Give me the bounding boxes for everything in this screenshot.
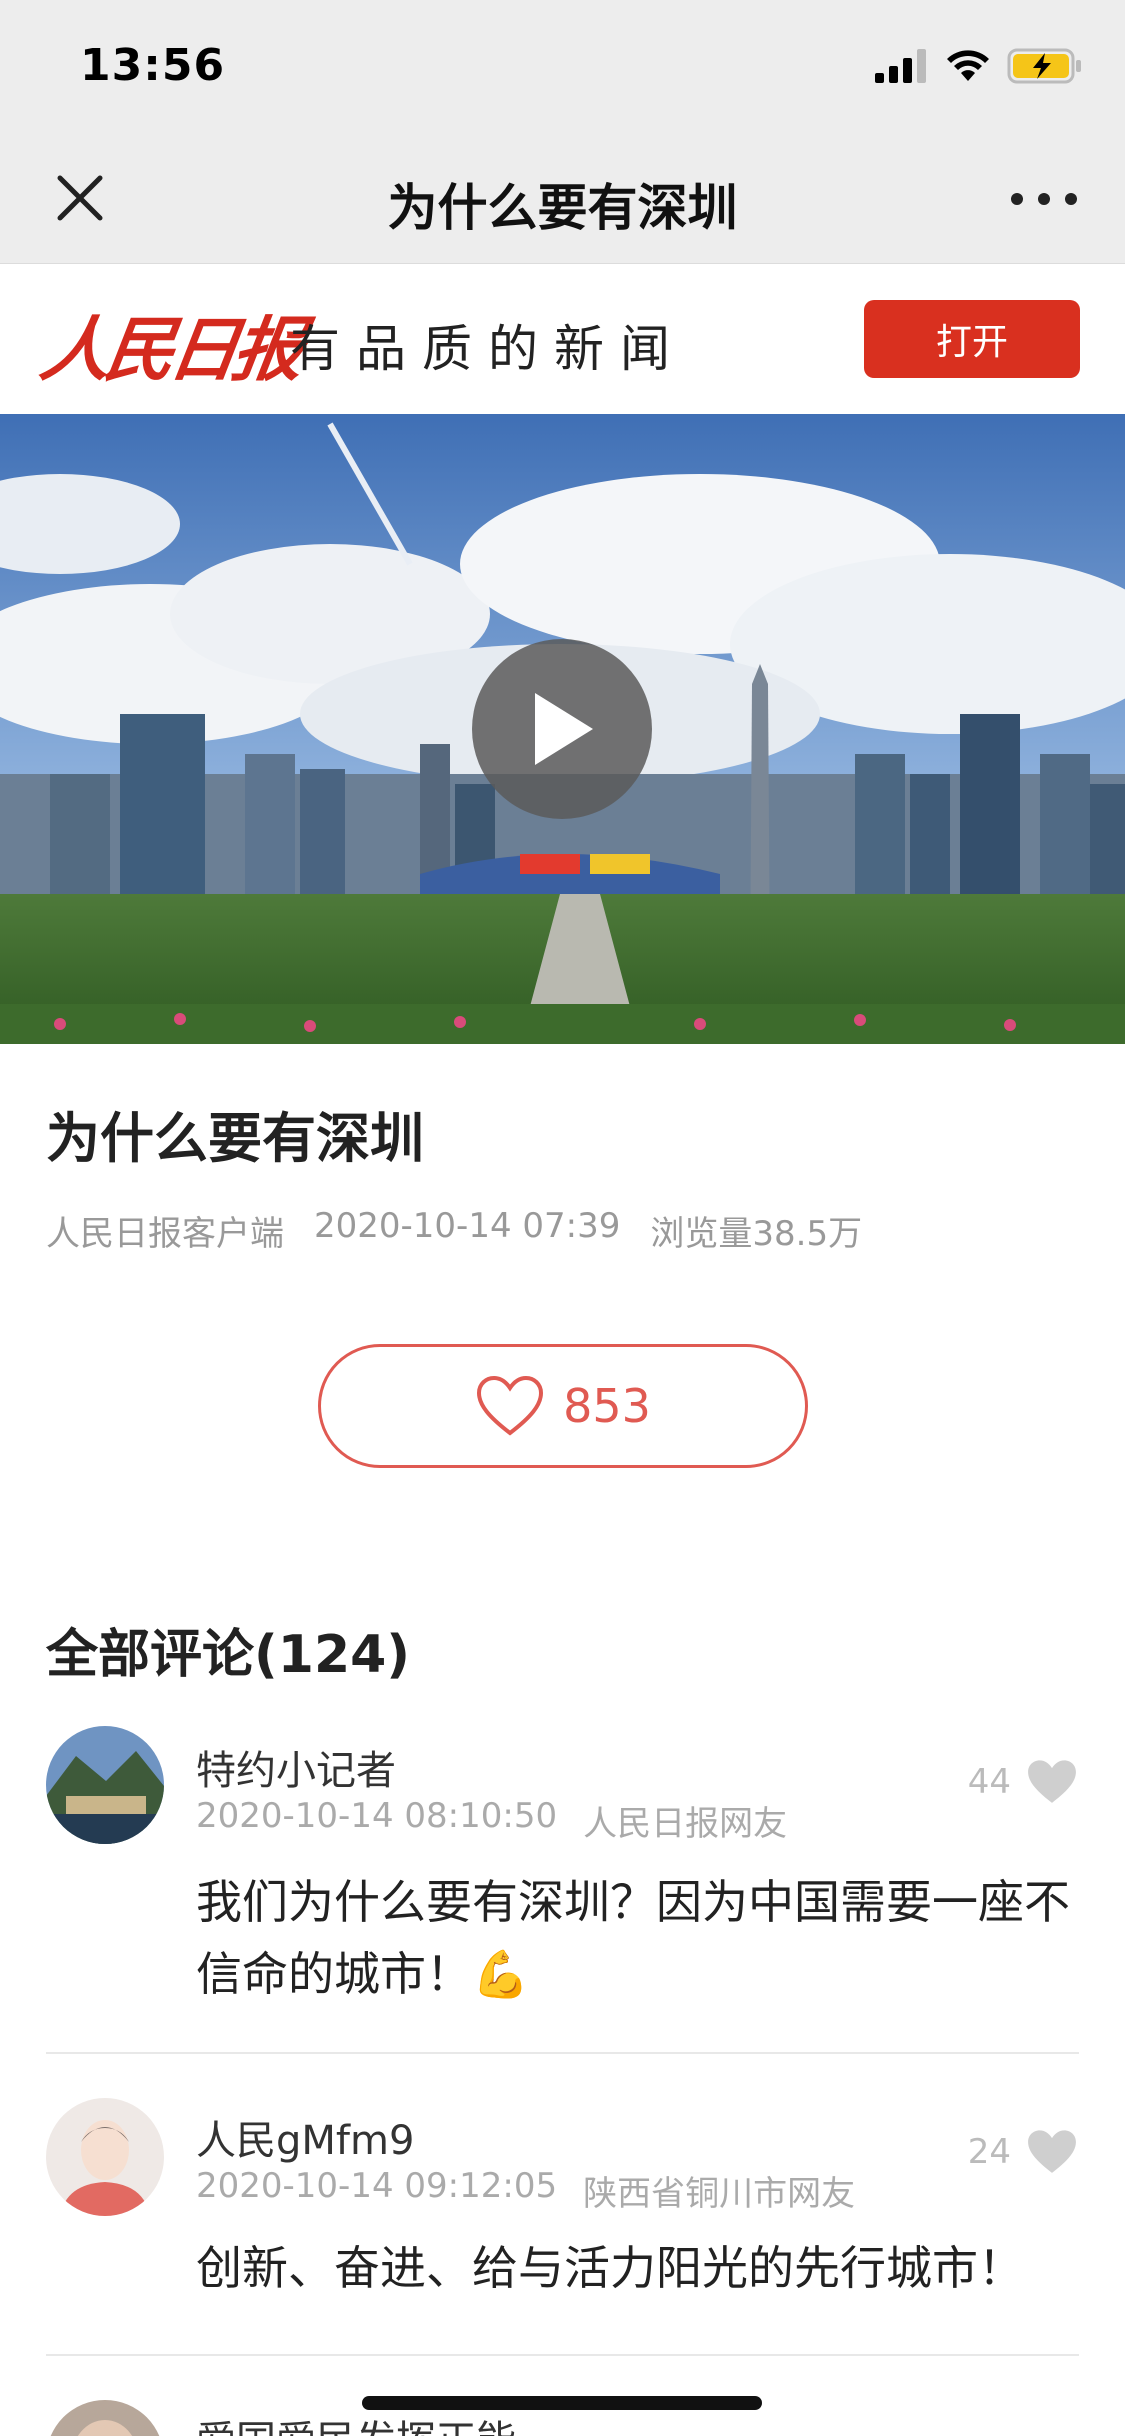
divider [46, 2354, 1079, 2356]
nav-bar: 为什么要有深圳 [0, 132, 1125, 264]
comments-heading: 全部评论(124) [46, 1625, 411, 1685]
brand-slogan: 有品质的新闻 [290, 320, 686, 378]
avatar[interactable] [46, 2400, 164, 2436]
article-title: 为什么要有深圳 [46, 1107, 424, 1170]
like-count: 853 [563, 1379, 651, 1433]
comment-like-count: 44 [967, 1762, 1011, 1802]
battery-charging-icon [1007, 48, 1081, 84]
play-icon [535, 693, 593, 765]
comment-location: 陕西省铜川市网友 [583, 2174, 856, 2214]
comment-author[interactable]: 人民gMfm9 [196, 2108, 414, 2166]
comment-time: 2020-10-14 08:10:50 [196, 1796, 558, 1836]
more-icon[interactable] [1011, 184, 1077, 214]
status-icons [875, 48, 1083, 84]
comment-text: 创新、奋进、给与活力阳光的先行城市！ [196, 2241, 1024, 2295]
heart-icon [1028, 1760, 1076, 1803]
status-time: 13:56 [80, 40, 226, 91]
avatar[interactable] [46, 2098, 164, 2216]
article-source: 人民日报客户端 [46, 1214, 284, 1254]
avatar[interactable] [46, 1726, 164, 1844]
nav-title: 为什么要有深圳 [387, 179, 738, 237]
article-meta: 人民日报客户端 2020-10-14 07:39 浏览量38.5万 [46, 1206, 862, 1255]
comment-meta: 2020-10-14 09:12:05 陕西省铜川市网友 [196, 2166, 855, 2215]
comment-like-button[interactable]: 24 [968, 2128, 1079, 2176]
status-bar: 13:56 [0, 0, 1125, 132]
comment-meta: 2020-10-14 08:10:50 人民日报网友 [196, 1796, 787, 1845]
video-player[interactable] [0, 414, 1125, 1044]
comment-like-count: 24 [967, 2132, 1011, 2172]
comment-text: 我们为什么要有深圳？因为中国需要一座不信命的城市！💪 [196, 1875, 1070, 2001]
comment-like-button[interactable]: 44 [968, 1758, 1079, 1806]
home-indicator [362, 2396, 762, 2410]
wifi-icon [947, 50, 989, 81]
open-app-button[interactable]: 打开 [864, 300, 1080, 378]
comment-author[interactable]: 特约小记者 [196, 1738, 396, 1796]
brand-logo: 人民日报 [35, 308, 304, 391]
article-views: 浏览量38.5万 [650, 1214, 863, 1254]
comment-location: 人民日报网友 [583, 1804, 788, 1844]
heart-outline-icon [477, 1375, 544, 1436]
comment-time: 2020-10-14 09:12:05 [196, 2166, 558, 2206]
heart-icon [1028, 2130, 1076, 2173]
signal-icon [875, 49, 926, 83]
article-datetime: 2020-10-14 07:39 [314, 1206, 621, 1246]
like-button[interactable]: 853 [318, 1344, 808, 1468]
divider [46, 2052, 1079, 2054]
brand-banner: 人民日报 有品质的新闻 打开 [0, 264, 1125, 414]
comment-author[interactable]: 爱国爱民发挥正能 [196, 2408, 516, 2436]
play-button[interactable] [472, 639, 652, 819]
